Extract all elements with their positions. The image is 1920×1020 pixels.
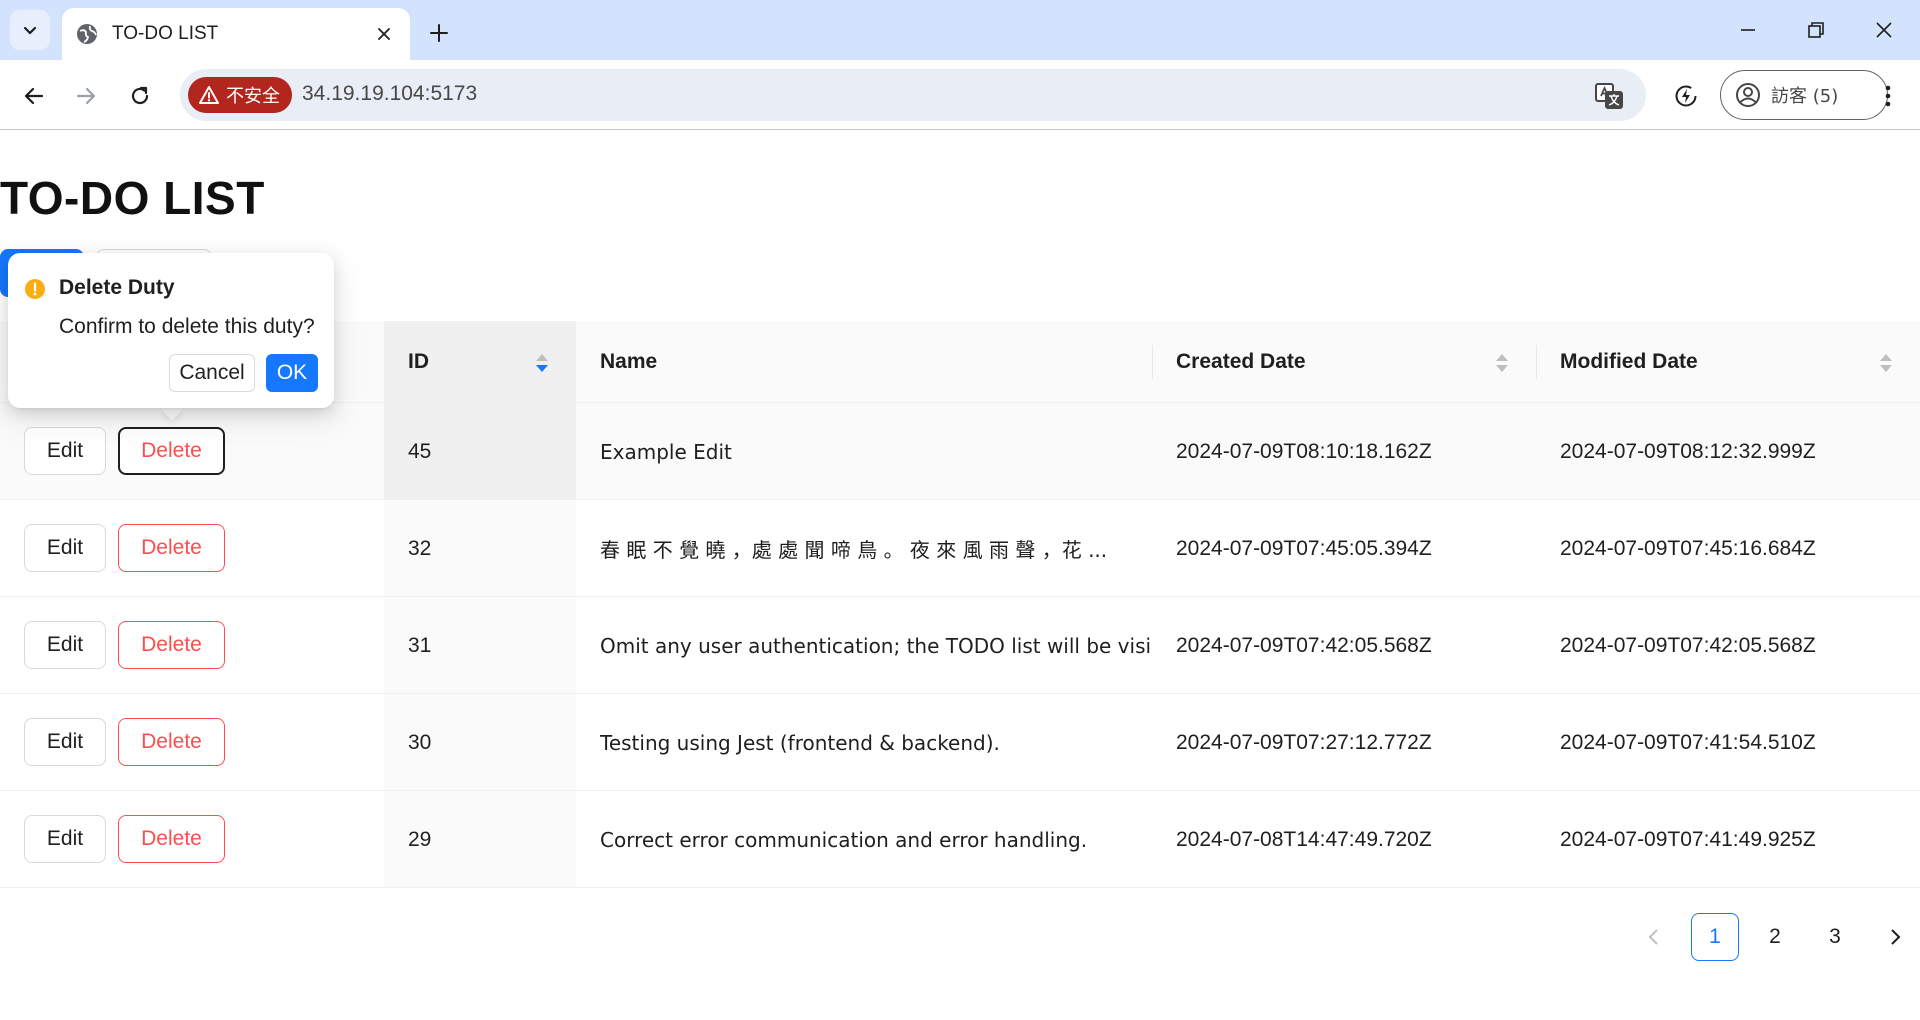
delete-button[interactable]: Delete bbox=[118, 815, 225, 863]
security-chip[interactable]: 不安全 bbox=[188, 77, 292, 113]
delete-button[interactable]: Delete bbox=[118, 524, 225, 572]
delete-button[interactable]: Delete bbox=[118, 427, 225, 475]
chevron-left-icon bbox=[1648, 929, 1658, 945]
column-header-label: ID bbox=[408, 350, 429, 373]
table-row: Edit Delete 29 Correct error communicati… bbox=[0, 791, 1920, 888]
column-header-label: Modified Date bbox=[1560, 350, 1698, 373]
close-icon bbox=[378, 28, 390, 40]
column-header-label: Name bbox=[600, 350, 658, 373]
profile-button[interactable]: 訪客 (5) bbox=[1720, 70, 1888, 120]
arrow-right-icon bbox=[76, 87, 96, 105]
more-vert-icon bbox=[1885, 85, 1891, 107]
security-label: 不安全 bbox=[226, 86, 280, 107]
pagination: 1 2 3 bbox=[1630, 913, 1920, 961]
table-row: Edit Delete 45 Example Edit 2024-07-09T0… bbox=[0, 403, 1920, 500]
cell-created: 2024-07-09T07:27:12.772Z bbox=[1176, 730, 1432, 754]
column-header-name: Name bbox=[576, 321, 1152, 403]
cell-created: 2024-07-09T07:45:05.394Z bbox=[1176, 536, 1432, 560]
forward-button[interactable] bbox=[66, 76, 106, 116]
restore-icon bbox=[1808, 22, 1824, 38]
plus-icon bbox=[430, 24, 448, 42]
edit-button[interactable]: Edit bbox=[24, 524, 106, 572]
column-header-created[interactable]: Created Date bbox=[1152, 321, 1536, 403]
table-row: Edit Delete 32 春 眠 不 覺 曉 ，處 處 聞 啼 鳥 。 夜 … bbox=[0, 500, 1920, 597]
delete-popconfirm: Delete Duty Confirm to delete this duty?… bbox=[8, 253, 334, 408]
sort-icon[interactable] bbox=[1494, 351, 1510, 375]
delete-button[interactable]: Delete bbox=[118, 621, 225, 669]
tab-title: TO-DO LIST bbox=[112, 23, 219, 44]
close-icon bbox=[1876, 22, 1892, 38]
arrow-left-icon bbox=[24, 87, 44, 105]
browser-tab[interactable]: TO-DO LIST bbox=[62, 8, 410, 60]
cell-created: 2024-07-09T07:42:05.568Z bbox=[1176, 633, 1432, 657]
page-title: TO-DO LIST bbox=[0, 172, 265, 224]
edit-button[interactable]: Edit bbox=[24, 427, 106, 475]
reload-icon bbox=[131, 86, 149, 105]
page-button-2[interactable]: 2 bbox=[1751, 913, 1799, 961]
cell-id: 29 bbox=[408, 827, 432, 851]
chevron-right-icon bbox=[1891, 929, 1901, 945]
exclamation-circle-icon bbox=[25, 279, 45, 299]
page-button-3[interactable]: 3 bbox=[1811, 913, 1859, 961]
cell-name: Testing using Jest (frontend & backend). bbox=[600, 730, 1000, 755]
url-text: 34.19.19.104:5173 bbox=[302, 82, 478, 105]
close-window-button[interactable] bbox=[1862, 10, 1906, 50]
page-button-1[interactable]: 1 bbox=[1691, 913, 1739, 961]
sort-icon[interactable] bbox=[534, 351, 550, 375]
chevron-down-icon bbox=[23, 26, 37, 35]
restore-button[interactable] bbox=[1794, 10, 1838, 50]
account-icon bbox=[1736, 83, 1760, 107]
address-bar[interactable]: 不安全 34.19.19.104:5173 bbox=[180, 69, 1646, 121]
performance-button[interactable] bbox=[1666, 76, 1706, 116]
next-page-button[interactable] bbox=[1871, 913, 1919, 961]
cell-modified: 2024-07-09T07:41:49.925Z bbox=[1560, 827, 1816, 851]
table-row: Edit Delete 30 Testing using Jest (front… bbox=[0, 694, 1920, 791]
edit-button[interactable]: Edit bbox=[24, 718, 106, 766]
ok-button[interactable]: OK bbox=[266, 354, 318, 392]
browser-toolbar: 不安全 34.19.19.104:5173 訪客 (5) bbox=[0, 60, 1920, 130]
minimize-icon bbox=[1741, 29, 1755, 31]
column-header-label: Created Date bbox=[1176, 350, 1306, 373]
minimize-button[interactable] bbox=[1726, 10, 1770, 50]
cell-id: 31 bbox=[408, 633, 432, 657]
browser-menu-button[interactable] bbox=[1868, 76, 1908, 116]
back-button[interactable] bbox=[14, 76, 54, 116]
cell-name: Correct error communication and error ha… bbox=[600, 827, 1088, 852]
cancel-button[interactable]: Cancel bbox=[169, 354, 255, 392]
warning-triangle-icon bbox=[199, 86, 219, 104]
tab-close-button[interactable] bbox=[372, 22, 396, 46]
bolt-icon bbox=[1675, 85, 1697, 107]
prev-page-button[interactable] bbox=[1630, 913, 1678, 961]
new-tab-button[interactable] bbox=[422, 16, 456, 50]
cell-id: 30 bbox=[408, 730, 432, 754]
globe-icon bbox=[77, 24, 97, 44]
profile-label: 訪客 (5) bbox=[1771, 86, 1839, 107]
cell-name: Example Edit bbox=[600, 439, 732, 464]
sort-icon[interactable] bbox=[1878, 351, 1894, 375]
browser-tabstrip: TO-DO LIST bbox=[0, 0, 1920, 60]
edit-button[interactable]: Edit bbox=[24, 621, 106, 669]
cell-modified: 2024-07-09T08:12:32.999Z bbox=[1560, 439, 1816, 463]
popconfirm-description: Confirm to delete this duty? bbox=[59, 315, 315, 338]
delete-button[interactable]: Delete bbox=[118, 718, 225, 766]
cell-created: 2024-07-08T14:47:49.720Z bbox=[1176, 827, 1432, 851]
edit-button[interactable]: Edit bbox=[24, 815, 106, 863]
popconfirm-title: Delete Duty bbox=[59, 276, 175, 299]
column-header-modified[interactable]: Modified Date bbox=[1536, 321, 1920, 403]
cell-modified: 2024-07-09T07:42:05.568Z bbox=[1560, 633, 1816, 657]
table-row: Edit Delete 31 Omit any user authenticat… bbox=[0, 597, 1920, 694]
tab-search-button[interactable] bbox=[10, 10, 50, 50]
cell-created: 2024-07-09T08:10:18.162Z bbox=[1176, 439, 1432, 463]
cell-name: 春 眠 不 覺 曉 ，處 處 聞 啼 鳥 。 夜 來 風 雨 聲 ，花 ... bbox=[600, 538, 1108, 562]
cell-id: 32 bbox=[408, 536, 432, 560]
reload-button[interactable] bbox=[120, 76, 160, 116]
cell-modified: 2024-07-09T07:45:16.684Z bbox=[1560, 536, 1816, 560]
cell-name: Omit any user authentication; the TODO l… bbox=[600, 633, 1152, 658]
cell-id: 45 bbox=[408, 439, 432, 463]
translate-icon[interactable] bbox=[1594, 81, 1624, 111]
cell-modified: 2024-07-09T07:41:54.510Z bbox=[1560, 730, 1816, 754]
